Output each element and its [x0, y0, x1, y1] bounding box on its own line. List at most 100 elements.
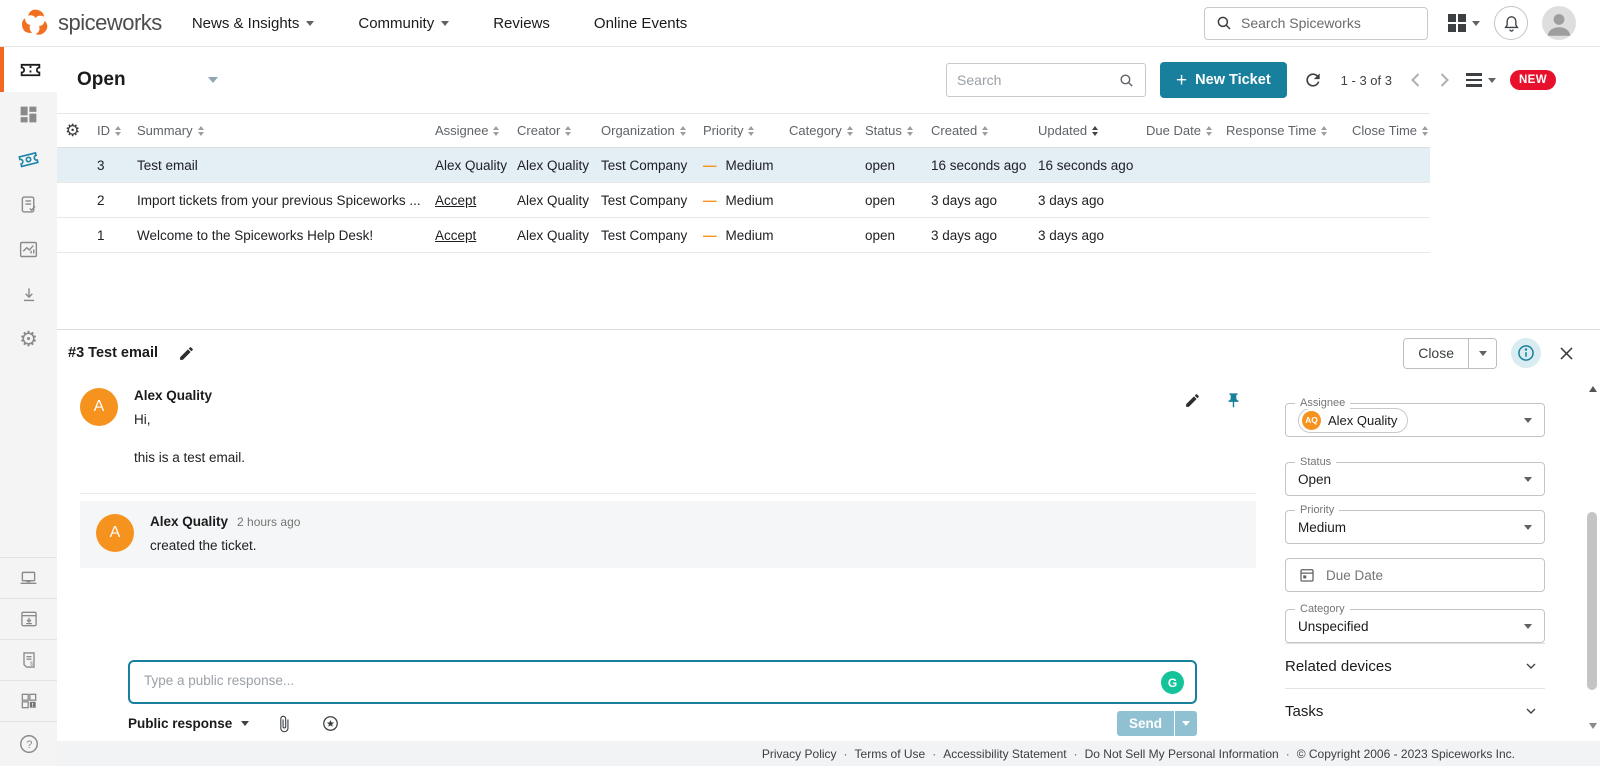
attach-file-button[interactable] [273, 713, 295, 735]
chevron-down-icon [1524, 418, 1532, 423]
chevron-down-icon [441, 21, 449, 26]
grammarly-icon[interactable]: G [1161, 671, 1184, 694]
menu-news-insights[interactable]: News & Insights [192, 15, 315, 32]
edit-message-button[interactable] [1184, 392, 1201, 409]
ticket-search-input[interactable] [957, 72, 1107, 88]
column-header-assignee[interactable]: Assignee [435, 123, 517, 138]
chevron-down-icon [1523, 703, 1539, 719]
tasks-section[interactable]: Tasks [1285, 688, 1545, 733]
column-header-organization[interactable]: Organization [601, 123, 703, 138]
accept-ticket-link[interactable]: Accept [435, 228, 517, 243]
sort-icon [493, 126, 499, 136]
column-header-creator[interactable]: Creator [517, 123, 601, 138]
global-search-input[interactable] [1241, 15, 1401, 31]
notifications-button[interactable] [1494, 6, 1528, 40]
ticket-activity: A Alex Quality2 hours ago created the ti… [80, 501, 1256, 568]
column-header-status[interactable]: Status [865, 123, 931, 138]
svg-text:!: ! [31, 703, 33, 709]
column-header-response-time[interactable]: Response Time [1226, 123, 1352, 138]
left-sidebar: ⚙ [0, 47, 57, 766]
send-options-button[interactable] [1175, 711, 1197, 736]
column-header-created[interactable]: Created [931, 123, 1038, 138]
scroll-up-icon[interactable] [1589, 386, 1597, 392]
pin-message-button[interactable] [1225, 392, 1242, 409]
sidebar-item-alerts[interactable]: ! [0, 680, 57, 721]
assignee-chip[interactable]: AQ Alex Quality [1298, 408, 1408, 433]
sort-icon [982, 126, 988, 136]
accept-ticket-link[interactable]: Accept [435, 193, 517, 208]
terms-of-use-link[interactable]: Terms of Use [855, 747, 926, 761]
response-composer: G Public response [128, 660, 1197, 736]
send-button[interactable]: Send [1117, 711, 1174, 736]
checklist-icon [18, 194, 39, 215]
close-panel-button[interactable] [1555, 342, 1578, 365]
accessibility-statement-link[interactable]: Accessibility Statement [943, 747, 1066, 761]
list-view-button[interactable] [1466, 73, 1496, 87]
sidebar-item-task-list[interactable] [0, 182, 57, 227]
sort-icon [1422, 126, 1428, 136]
column-header-close-time[interactable]: Close Time [1352, 123, 1430, 138]
priority-field[interactable]: Priority Medium [1285, 510, 1545, 544]
column-header-priority[interactable]: Priority [703, 123, 789, 138]
sidebar-item-tickets-active[interactable] [0, 47, 57, 92]
page-footer: Privacy Policy · Terms of Use · Accessib… [57, 741, 1600, 766]
sidebar-item-downloads[interactable] [0, 272, 57, 317]
column-settings-button[interactable]: ⚙ [65, 122, 97, 139]
column-header-category[interactable]: Category [789, 123, 865, 138]
scroll-down-icon[interactable] [1589, 723, 1597, 729]
sidebar-item-billing[interactable]: $ [0, 639, 57, 680]
ticket-row-1[interactable]: 1 Welcome to the Spiceworks Help Desk! A… [57, 218, 1430, 253]
brand-name: spiceworks [58, 10, 162, 36]
svg-text:?: ? [26, 739, 32, 751]
do-not-sell-link[interactable]: Do Not Sell My Personal Information [1085, 747, 1279, 761]
new-ticket-button[interactable]: + New Ticket [1160, 62, 1287, 98]
due-date-field[interactable]: Due Date [1285, 558, 1545, 592]
assignee-field[interactable]: Assignee AQ Alex Quality [1285, 403, 1545, 437]
user-avatar[interactable] [1542, 6, 1576, 40]
column-header-summary[interactable]: Summary [137, 123, 435, 138]
public-response-input[interactable] [128, 660, 1197, 704]
category-field[interactable]: Category Unspecified [1285, 609, 1545, 643]
menu-online-events[interactable]: Online Events [594, 15, 687, 32]
privacy-policy-link[interactable]: Privacy Policy [762, 747, 837, 761]
next-page-button[interactable] [1437, 70, 1452, 90]
close-ticket-button[interactable]: Close [1404, 339, 1469, 368]
sidebar-item-reports[interactable] [0, 227, 57, 272]
sidebar-item-inventory[interactable] [0, 557, 57, 598]
canned-response-button[interactable] [319, 712, 342, 735]
related-devices-section[interactable]: Related devices [1285, 643, 1545, 688]
sidebar-item-app-download[interactable] [0, 598, 57, 639]
column-header-due-date[interactable]: Due Date [1146, 123, 1226, 138]
response-mode-select[interactable]: Public response [128, 716, 249, 731]
detail-scrollbar[interactable] [1586, 382, 1599, 733]
ticket-icon [18, 57, 43, 82]
ticket-info-button[interactable] [1511, 338, 1541, 368]
sidebar-item-help[interactable]: ? [0, 721, 57, 766]
chevron-down-icon [1524, 477, 1532, 482]
ticket-view-filter[interactable]: Open [77, 69, 218, 91]
apps-menu-button[interactable] [1448, 14, 1480, 32]
activity-text: created the ticket. [150, 536, 300, 555]
sidebar-item-dashboard[interactable] [0, 92, 57, 137]
bell-icon [1502, 14, 1521, 33]
previous-page-button[interactable] [1408, 70, 1423, 90]
column-header-id[interactable]: ID [97, 123, 137, 138]
scrollbar-thumb[interactable] [1587, 512, 1597, 690]
sidebar-item-ticket-views[interactable] [0, 137, 57, 182]
menu-community[interactable]: Community [358, 15, 449, 32]
message-thread: A Alex Quality Hi, this is a test email. [80, 382, 1256, 568]
status-field[interactable]: Status Open [1285, 462, 1545, 496]
refresh-button[interactable] [1301, 68, 1325, 92]
column-header-updated[interactable]: Updated [1038, 123, 1146, 138]
help-icon: ? [18, 733, 40, 755]
ticket-row-2[interactable]: 2 Import tickets from your previous Spic… [57, 183, 1430, 218]
sidebar-item-settings[interactable]: ⚙ [0, 317, 57, 362]
priority-medium-icon: — [703, 158, 717, 173]
ticket-properties: Assignee AQ Alex Quality Status Open Pri… [1285, 382, 1545, 733]
spiceworks-logo[interactable]: spiceworks [18, 6, 162, 40]
calendar-icon [1298, 566, 1316, 584]
close-options-button[interactable] [1469, 339, 1496, 368]
ticket-row-3[interactable]: 3 Test email Alex Quality Alex Quality T… [57, 148, 1430, 183]
menu-reviews[interactable]: Reviews [493, 15, 550, 32]
edit-title-button[interactable] [176, 343, 197, 364]
